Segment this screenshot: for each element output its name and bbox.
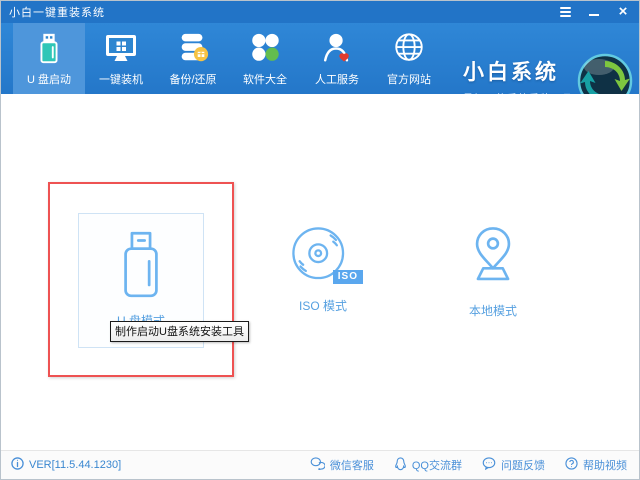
nav-item-usb-boot[interactable]: U 盘启动 — [13, 23, 85, 94]
nav-label: 官方网站 — [387, 71, 431, 87]
nav-label: U 盘启动 — [27, 71, 71, 87]
nav-label: 一键装机 — [99, 71, 143, 87]
wechat-icon — [310, 457, 325, 473]
hamburger-menu-icon[interactable] — [557, 4, 573, 20]
statusbar-links: 微信客服 QQ交流群 — [310, 457, 627, 474]
mode-label-iso: ISO 模式 — [299, 297, 347, 314]
usb-boot-icon — [32, 28, 66, 68]
mode-card-local[interactable]: 本地模式 — [433, 224, 553, 319]
main-area: U 盘模式 制作启动U盘系统安装工具 ISO ISO 模式 — [1, 94, 639, 450]
location-pin-outline-icon — [462, 224, 524, 291]
toolbar: U 盘启动 一键装机 — [1, 23, 639, 94]
main-nav: U 盘启动 一键装机 — [13, 23, 445, 94]
brand-name: 小白系统 — [463, 56, 573, 86]
app-window: 小白一键重装系统 × U 盘启动 — [0, 0, 640, 480]
version-info: VER[11.5.44.1230] — [11, 457, 121, 473]
close-icon: × — [619, 4, 628, 20]
iso-badge: ISO — [333, 270, 363, 284]
help-video-link[interactable]: 帮助视频 — [565, 457, 627, 473]
wechat-support-link[interactable]: 微信客服 — [310, 457, 374, 473]
info-circle-icon — [11, 457, 24, 473]
qq-icon — [394, 457, 407, 474]
nav-label: 软件大全 — [243, 71, 287, 87]
feedback-bubble-icon — [482, 457, 496, 473]
nav-item-one-key-install[interactable]: 一键装机 — [85, 23, 157, 94]
nav-item-website[interactable]: 官方网站 — [373, 23, 445, 94]
titlebar: 小白一键重装系统 × — [1, 1, 639, 23]
usb-drive-outline-icon — [79, 228, 203, 302]
nav-item-software[interactable]: 软件大全 — [229, 23, 301, 94]
close-button[interactable]: × — [615, 4, 631, 20]
hamburger-menu-glyph — [560, 7, 571, 17]
minimize-button[interactable] — [586, 4, 602, 20]
backup-restore-icon — [176, 28, 210, 68]
link-label: 帮助视频 — [583, 457, 627, 473]
link-label: QQ交流群 — [412, 457, 462, 473]
nav-item-support[interactable]: 人工服务 — [301, 23, 373, 94]
qq-group-link[interactable]: QQ交流群 — [394, 457, 462, 474]
usb-mode-tooltip: 制作启动U盘系统安装工具 — [110, 321, 249, 342]
link-label: 微信客服 — [330, 457, 374, 473]
human-support-icon — [320, 28, 354, 68]
help-circle-icon — [565, 457, 578, 473]
pc-install-icon — [103, 28, 139, 68]
window-title: 小白一键重装系统 — [1, 4, 105, 20]
nav-item-backup-restore[interactable]: 备份/还原 — [157, 23, 229, 94]
iso-disc-outline-icon: ISO — [289, 224, 357, 286]
nav-label: 备份/还原 — [169, 71, 216, 87]
statusbar: VER[11.5.44.1230] 微信客服 QQ交流群 — [1, 450, 639, 479]
nav-label: 人工服务 — [315, 71, 359, 87]
link-label: 问题反馈 — [501, 457, 545, 473]
minimize-icon — [589, 14, 599, 16]
mode-label-local: 本地模式 — [469, 302, 517, 319]
software-collection-icon — [248, 28, 282, 68]
feedback-link[interactable]: 问题反馈 — [482, 457, 545, 473]
window-controls: × — [557, 1, 631, 23]
mode-card-iso[interactable]: ISO ISO 模式 — [263, 224, 383, 314]
version-text: VER[11.5.44.1230] — [29, 459, 121, 471]
official-website-icon — [392, 28, 426, 68]
